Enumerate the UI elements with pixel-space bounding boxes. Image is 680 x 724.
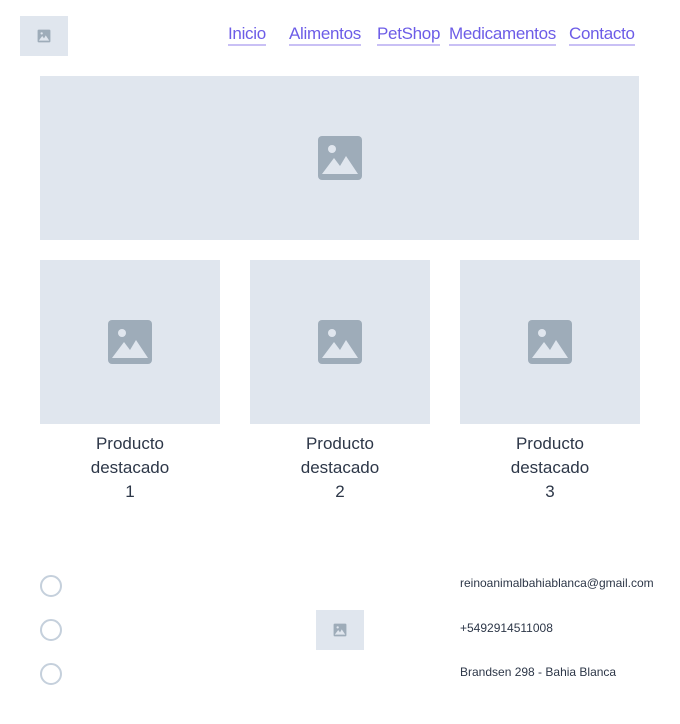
footer-logo: [316, 610, 364, 650]
logo[interactable]: [20, 16, 68, 56]
product-image-2[interactable]: [250, 260, 430, 424]
product-image-3[interactable]: [460, 260, 640, 424]
footer-address: Brandsen 298 - Bahia Blanca: [460, 665, 617, 679]
image-icon: [106, 318, 154, 366]
social-icon[interactable]: [40, 619, 62, 641]
footer-phone: +5492914511008: [460, 621, 553, 635]
product-caption-1: Producto destacado 1: [90, 434, 170, 501]
image-icon: [316, 318, 364, 366]
nav-alimentos[interactable]: Alimentos: [289, 24, 361, 46]
social-icon[interactable]: [40, 575, 62, 597]
image-icon: [37, 29, 51, 43]
footer-email: reinoanimalbahiablanca@gmail.com: [460, 576, 654, 590]
image-icon: [333, 623, 347, 637]
nav-petshop[interactable]: PetShop: [377, 24, 440, 46]
social-icon[interactable]: [40, 663, 62, 685]
hero-image: [40, 76, 639, 240]
nav-inicio[interactable]: Inicio: [228, 24, 266, 46]
image-icon: [526, 318, 574, 366]
nav-contacto[interactable]: Contacto: [569, 24, 635, 46]
nav-medicamentos[interactable]: Medicamentos: [449, 24, 556, 46]
product-caption-2: Producto destacado 2: [300, 434, 380, 501]
image-icon: [316, 134, 364, 182]
product-image-1[interactable]: [40, 260, 220, 424]
product-caption-3: Producto destacado 3: [510, 434, 590, 501]
